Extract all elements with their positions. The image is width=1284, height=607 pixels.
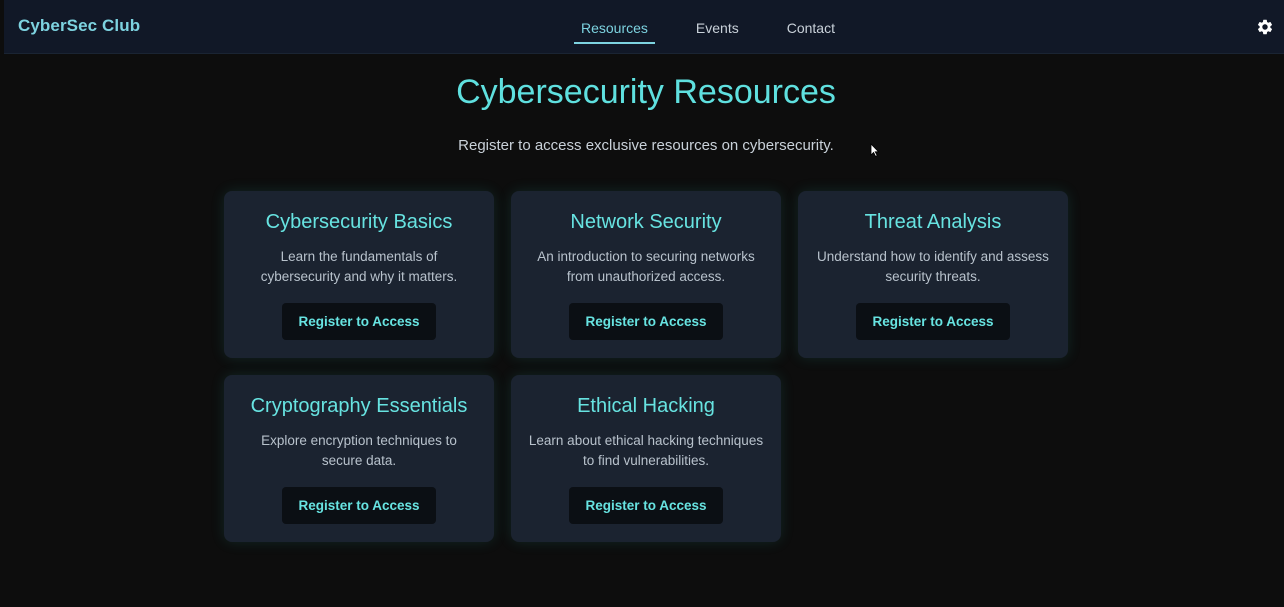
nav-link-contact[interactable]: Contact [780,18,842,44]
nav-link-events[interactable]: Events [689,18,746,44]
nav-links: Resources Events Contact [574,18,876,44]
card-description: Learn about ethical hacking techniques t… [528,433,764,468]
navbar: CyberSec Club Resources Events Contact [4,0,1284,54]
resource-card-ethical-hacking: Ethical Hacking Learn about ethical hack… [511,375,781,542]
register-button[interactable]: Register to Access [569,303,723,340]
card-description: Learn the fundamentals of cybersecurity … [260,249,458,284]
gear-icon[interactable] [1256,18,1274,36]
resource-card-network-security: Network Security An introduction to secu… [511,191,781,358]
nav-link-resources[interactable]: Resources [574,18,655,44]
card-title: Network Security [570,211,722,233]
page-subtitle: Register to access exclusive resources o… [458,137,834,154]
page-title: Cybersecurity Resources [456,73,836,111]
register-button[interactable]: Register to Access [282,487,436,524]
card-title: Ethical Hacking [577,395,715,417]
resource-card-cybersecurity-basics: Cybersecurity Basics Learn the fundament… [224,191,494,358]
register-button[interactable]: Register to Access [856,303,1010,340]
resource-card-threat-analysis: Threat Analysis Understand how to identi… [798,191,1068,358]
card-description: An introduction to securing networks fro… [537,249,755,284]
mouse-cursor-icon [870,143,880,157]
card-title: Cryptography Essentials [250,395,468,417]
register-button[interactable]: Register to Access [569,487,723,524]
brand-logo[interactable]: CyberSec Club [18,16,140,36]
resource-card-cryptography-essentials: Cryptography Essentials Explore encrypti… [224,375,494,542]
card-description: Explore encryption techniques to secure … [261,433,457,468]
card-description: Understand how to identify and assess se… [817,249,1049,284]
register-button[interactable]: Register to Access [282,303,436,340]
card-title: Threat Analysis [864,211,1002,233]
card-title: Cybersecurity Basics [265,211,453,233]
